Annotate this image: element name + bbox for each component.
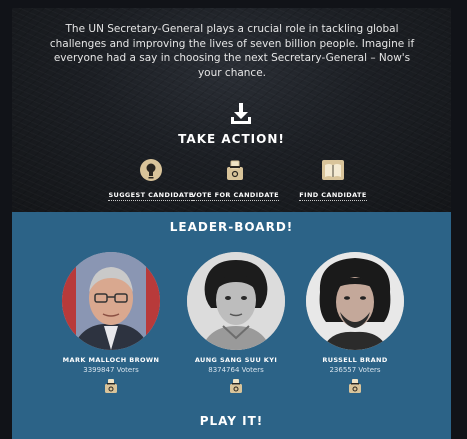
candidate-name: RUSSELL BRAND: [322, 356, 388, 364]
candidate-card[interactable]: AUNG SANG SUU KYI 8374764 Voters: [176, 252, 296, 394]
candidate-name: AUNG SANG SUU KYI: [194, 356, 278, 364]
candidate-card[interactable]: RUSSELL BRAND 236557 Voters: [295, 252, 415, 394]
candidate-photo: [306, 252, 404, 350]
vote-for-candidate-label: VOTE FOR CANDIDATE: [191, 191, 279, 201]
play-it-button[interactable]: PLAY IT!: [12, 414, 451, 428]
leaderboard-title: LEADER-BOARD!: [169, 220, 294, 234]
find-candidate-label: FIND CANDIDATE: [299, 191, 367, 201]
hero-section: The UN Secretary-General plays a crucial…: [12, 8, 451, 212]
ballot-icon: [227, 160, 243, 180]
intro-text: The UN Secretary-General plays a crucial…: [49, 23, 415, 79]
find-candidate-link[interactable]: FIND CANDIDATE: [278, 158, 388, 201]
candidate-photo: [187, 252, 285, 350]
download-arrow-icon[interactable]: [229, 102, 253, 126]
candidate-voters: 236557 Voters: [329, 366, 381, 374]
candidate-photo: [62, 252, 160, 350]
vote-ballot-icon[interactable]: [348, 378, 362, 394]
vote-ballot-icon[interactable]: [229, 378, 243, 394]
book-icon: [322, 160, 344, 180]
vote-for-candidate-link[interactable]: VOTE FOR CANDIDATE: [180, 158, 290, 201]
page-frame: The UN Secretary-General plays a crucial…: [0, 0, 467, 439]
take-action-heading: TAKE ACTION!: [178, 132, 285, 146]
candidate-voters: 8374764 Voters: [208, 366, 264, 374]
candidate-name: MARK MALLOCH BROWN: [62, 356, 160, 364]
lightbulb-icon: [140, 159, 162, 181]
candidate-voters: 3399847 Voters: [83, 366, 139, 374]
candidate-card[interactable]: MARK MALLOCH BROWN 3399847 Voters: [51, 252, 171, 394]
leaderboard-section: LEADER-BOARD! MARK MALLOCH BROWN 3399847…: [12, 212, 451, 439]
vote-ballot-icon[interactable]: [104, 378, 118, 394]
